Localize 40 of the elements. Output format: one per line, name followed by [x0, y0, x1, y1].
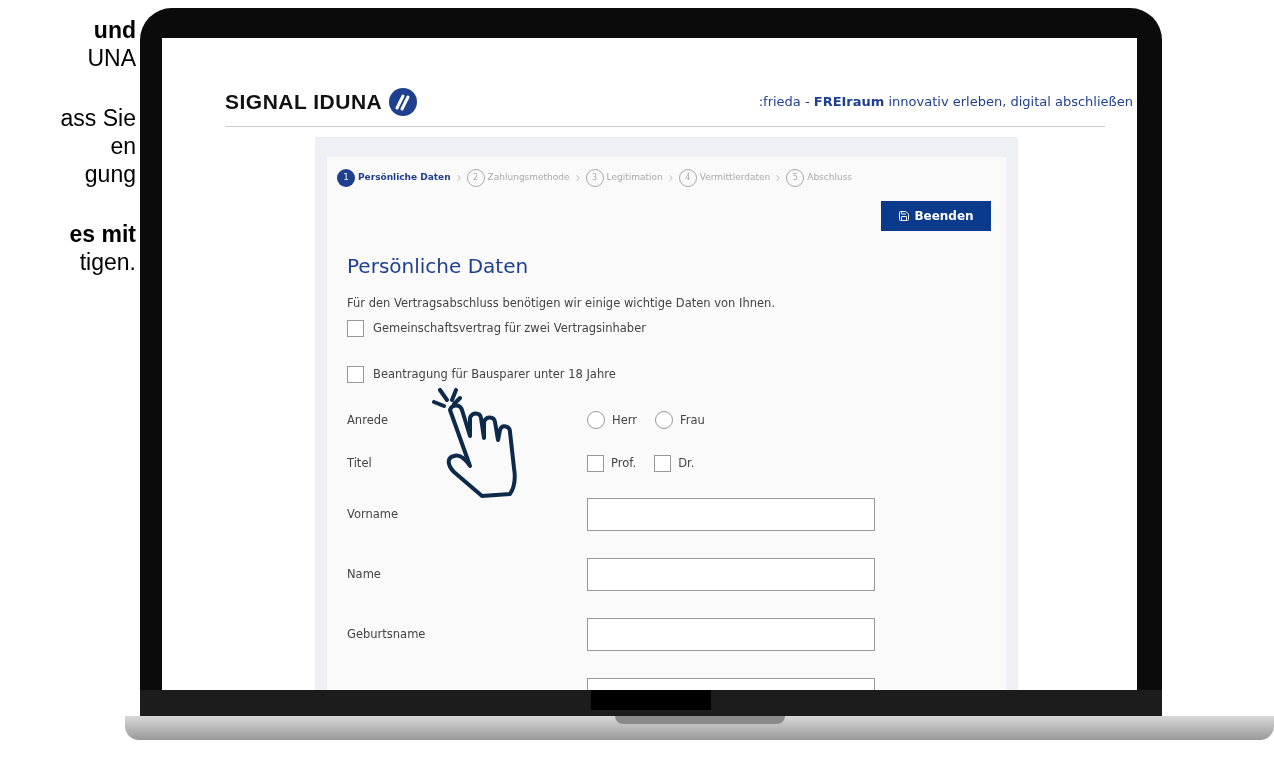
checkbox[interactable]	[347, 365, 364, 383]
tagline: :frieda - FREIraum innovativ erleben, digital abschließen	[758, 93, 1133, 112]
checkbox-label: Dr.	[678, 454, 695, 472]
checkbox-label: Prof.	[611, 454, 637, 472]
step-label[interactable]: Persönliche Daten	[358, 171, 451, 185]
step-label[interactable]: Vermittlerdaten	[699, 171, 771, 185]
side-text: en	[110, 132, 136, 160]
logo-text: SIGNAL IDUNA	[225, 89, 383, 116]
step-badge: 1	[337, 169, 355, 187]
checkbox[interactable]	[654, 454, 672, 472]
field-label: Anrede	[347, 412, 389, 427]
radio-button[interactable]	[587, 411, 605, 430]
step-label[interactable]: Legitimation	[606, 171, 663, 185]
field-label: Name	[347, 567, 381, 582]
input-field[interactable]	[587, 618, 875, 652]
form-title: Persönliche Daten	[347, 253, 530, 280]
side-text: tigen.	[79, 248, 136, 276]
intro-text: Für den Vertragsabschluss benötigen wir einige wichtige Daten von Ihnen.	[347, 295, 777, 312]
checkbox[interactable]	[347, 320, 364, 338]
side-text: ass Sie	[60, 104, 136, 132]
field-label: Geburtsname	[347, 627, 426, 642]
checkbox[interactable]	[587, 454, 604, 472]
checkbox-label: Gemeinschaftsvertrag für zwei Vertragsinhaber	[373, 320, 646, 338]
side-text: und	[93, 16, 136, 44]
side-text: gung	[84, 160, 136, 188]
step-label[interactable]: Abschluss	[807, 171, 852, 185]
checkbox-label: Beantragung für Bausparer unter 18 Jahre	[373, 365, 616, 383]
radio-label: Frau	[680, 411, 705, 429]
field-label: Vorname	[347, 507, 399, 522]
side-text: UNA	[87, 44, 136, 72]
logo-icon	[388, 87, 419, 117]
step-label[interactable]: Zahlungsmethode	[487, 171, 570, 185]
radio-label: Herr	[612, 411, 637, 429]
finish-button[interactable]: Beenden	[881, 201, 991, 231]
input-field[interactable]	[587, 498, 875, 532]
side-text: es mit	[69, 220, 136, 248]
field-label: Titel	[347, 455, 372, 470]
save-icon	[898, 210, 911, 222]
radio-button[interactable]	[655, 411, 673, 430]
input-field[interactable]	[587, 558, 875, 592]
